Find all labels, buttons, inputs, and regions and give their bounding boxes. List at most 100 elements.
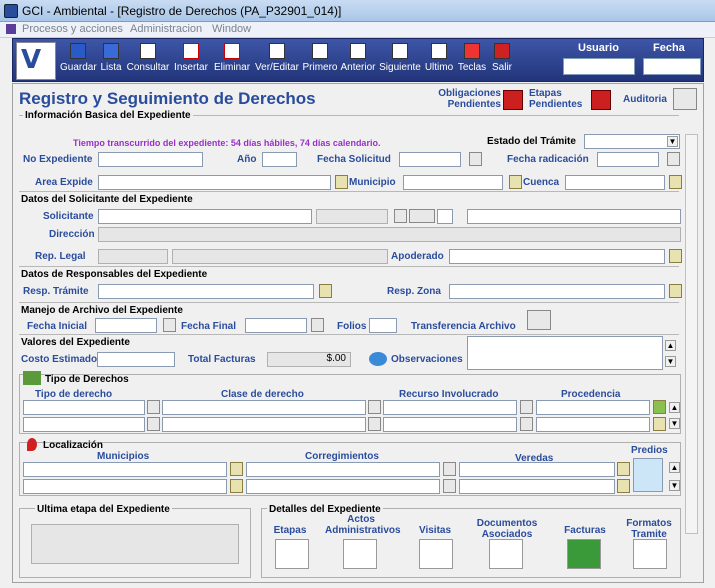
recurso-input[interactable] [383,400,517,415]
delete-button[interactable]: Eliminar [212,42,252,82]
lookup-icon[interactable] [335,175,348,189]
documentos-button[interactable] [489,539,523,569]
lookup-icon[interactable] [509,175,522,189]
facturas-button[interactable] [567,539,601,569]
list-button[interactable]: Lista [97,42,125,82]
calendar-icon[interactable] [311,318,324,332]
lookup-icon[interactable] [653,400,666,414]
delete-icon [224,43,240,59]
lookup-icon[interactable] [669,175,682,189]
scroll-up-icon[interactable]: ▲ [669,462,680,473]
first-icon [312,43,328,59]
tipo-derecho-input[interactable] [23,417,145,432]
transferencia-button[interactable] [527,310,551,330]
lookup-icon[interactable] [368,400,381,414]
vereda-input[interactable] [459,462,615,477]
insert-button[interactable]: Insertar [171,42,211,82]
solicitante-code-input[interactable] [437,209,453,224]
menu-window[interactable]: Window [212,23,251,35]
save-button[interactable]: Guardar [60,42,97,82]
resp-zona-input[interactable] [449,284,665,299]
document-icon[interactable] [394,209,407,223]
visitas-label: Visitas [418,525,452,536]
lookup-icon[interactable] [669,284,682,298]
elapsed-time-text: Tiempo transcurrido del expediente: 54 d… [73,138,381,148]
no-expediente-input[interactable] [98,152,203,167]
keys-button[interactable]: Teclas [456,42,488,82]
anio-input[interactable] [262,152,297,167]
resp-tramite-input[interactable] [98,284,314,299]
edit-button[interactable]: Ver/Editar [253,42,301,82]
keys-icon [464,43,480,59]
procedencia-input[interactable] [536,400,650,415]
recurso-input[interactable] [383,417,517,432]
observaciones-textarea[interactable] [467,336,663,370]
vereda-input[interactable] [459,479,615,494]
etapas-pendientes-button[interactable] [591,90,611,110]
lookup-icon[interactable] [230,479,243,493]
lookup-icon[interactable] [617,462,630,476]
solicitante-id-input [316,209,388,224]
estado-select[interactable]: ▼ [584,134,680,149]
last-button[interactable]: Ultimo [423,42,455,82]
consult-button[interactable]: Consultar [126,42,170,82]
menu-procesos[interactable]: Procesos y acciones [22,23,123,35]
scroll-down-icon[interactable]: ▼ [669,418,680,429]
scroll-up-icon[interactable]: ▲ [669,402,680,413]
calendar-icon[interactable] [469,152,482,166]
fecha-radicacion-input[interactable] [597,152,659,167]
lookup-icon[interactable] [520,417,533,431]
cuenca-input[interactable] [565,175,665,190]
lookup-icon[interactable] [147,417,160,431]
calendar-icon[interactable] [667,152,680,166]
municipio-row-input[interactable] [23,479,227,494]
lookup-icon[interactable] [669,249,682,263]
lookup-icon[interactable] [617,479,630,493]
fecha-final-input[interactable] [245,318,307,333]
exit-button[interactable]: Salir [489,42,515,82]
obligaciones-button[interactable] [503,90,523,110]
menu-administracion[interactable]: Administracion [130,23,202,35]
area-expide-input[interactable] [98,175,331,190]
formatos-button[interactable] [633,539,667,569]
scroll-up-icon[interactable]: ▲ [665,340,676,351]
predios-input[interactable] [633,458,663,492]
lookup-icon[interactable] [443,479,456,493]
resp-zona-label: Resp. Zona [387,286,441,297]
visitas-button[interactable] [419,539,453,569]
fecha-inicial-input[interactable] [95,318,157,333]
actos-button[interactable] [343,539,377,569]
lookup-icon[interactable] [653,417,666,431]
scroll-down-icon[interactable]: ▼ [669,480,680,491]
calendar-icon[interactable] [163,318,176,332]
corregimiento-input[interactable] [246,462,440,477]
solicitante-name-input[interactable] [467,209,681,224]
etapas-button[interactable] [275,539,309,569]
clase-derecho-input[interactable] [162,400,366,415]
folios-input[interactable] [369,318,397,333]
lookup-icon[interactable] [319,284,332,298]
tipo-derecho-input[interactable] [23,400,145,415]
corregimiento-input[interactable] [246,479,440,494]
lookup-icon[interactable] [368,417,381,431]
municipio-row-input[interactable] [23,462,227,477]
first-button[interactable]: Primero [302,42,338,82]
form-scrollbar[interactable] [685,134,698,534]
lookup-icon[interactable] [520,400,533,414]
previous-button[interactable]: Anterior [339,42,377,82]
lookup-icon[interactable] [230,462,243,476]
next-button[interactable]: Siguiente [378,42,422,82]
lookup-icon[interactable] [443,462,456,476]
municipio-input[interactable] [403,175,503,190]
fecha-solicitud-input[interactable] [399,152,461,167]
costo-estimado-input[interactable] [97,352,175,367]
transferencia-label: Transferencia Archivo [411,321,516,332]
transfer-icon[interactable] [409,209,435,223]
apoderado-input[interactable] [449,249,665,264]
procedencia-input[interactable] [536,417,650,432]
scroll-down-icon[interactable]: ▼ [665,356,676,367]
lookup-icon[interactable] [147,400,160,414]
clase-derecho-input[interactable] [162,417,366,432]
auditoria-button[interactable] [673,88,697,110]
solicitante-input[interactable] [98,209,312,224]
